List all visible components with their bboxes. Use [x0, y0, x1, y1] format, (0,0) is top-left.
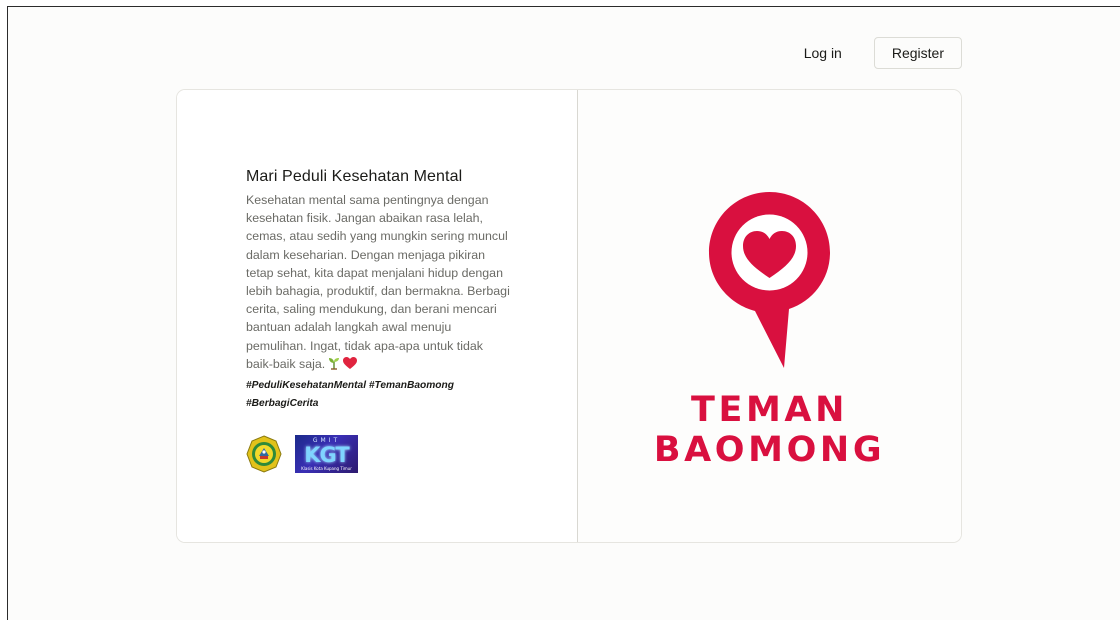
partner-logos: GMIT KGT Klasis Kota Kupang Timur — [246, 435, 510, 474]
brand-panel: TEMAN BAOMONG — [578, 90, 961, 542]
intro-content: Mari Peduli Kesehatan Mental Kesehatan m… — [246, 168, 510, 474]
kgt-logo-main: KGT — [304, 443, 349, 468]
welcome-card: Mari Peduli Kesehatan Mental Kesehatan m… — [177, 90, 961, 542]
login-link[interactable]: Log in — [786, 38, 860, 68]
university-seal-icon — [246, 435, 282, 473]
intro-panel: Mari Peduli Kesehatan Mental Kesehatan m… — [177, 90, 578, 542]
page-title: Mari Peduli Kesehatan Mental — [246, 168, 463, 185]
description-text: Kesehatan mental sama pentingnya dengan … — [246, 193, 510, 371]
brand-name: TEMAN BAOMONG — [653, 390, 886, 470]
top-navigation: Log in Register — [786, 37, 962, 69]
heart-icon — [343, 356, 358, 375]
hashtags: #PeduliKesehatanMental #TemanBaomong #Be… — [246, 380, 454, 410]
seedling-icon — [327, 356, 341, 375]
chat-heart-icon — [707, 190, 832, 370]
intro-description: Kesehatan mental sama pentingnya dengan … — [246, 191, 510, 375]
kgt-logo-sub: Klasis Kota Kupang Timur — [301, 466, 352, 472]
register-button[interactable]: Register — [873, 37, 962, 69]
kgt-logo: GMIT KGT Klasis Kota Kupang Timur — [295, 435, 358, 474]
